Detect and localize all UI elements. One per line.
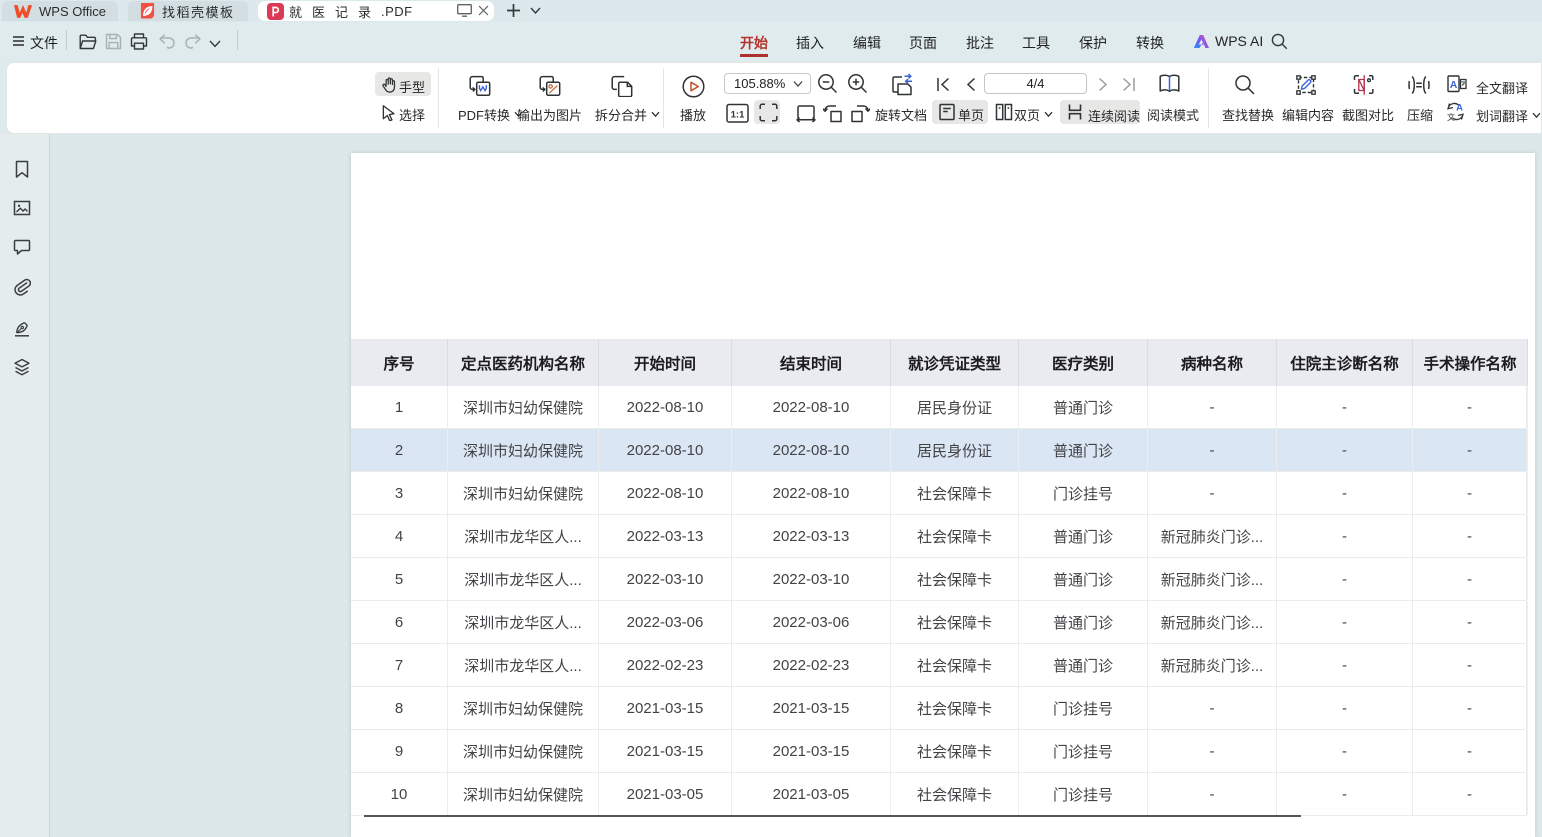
svg-text:A: A xyxy=(1450,79,1458,91)
svg-text:1:1: 1:1 xyxy=(731,109,745,120)
svg-text:文: 文 xyxy=(1447,112,1455,122)
svg-text:A: A xyxy=(1456,103,1463,114)
